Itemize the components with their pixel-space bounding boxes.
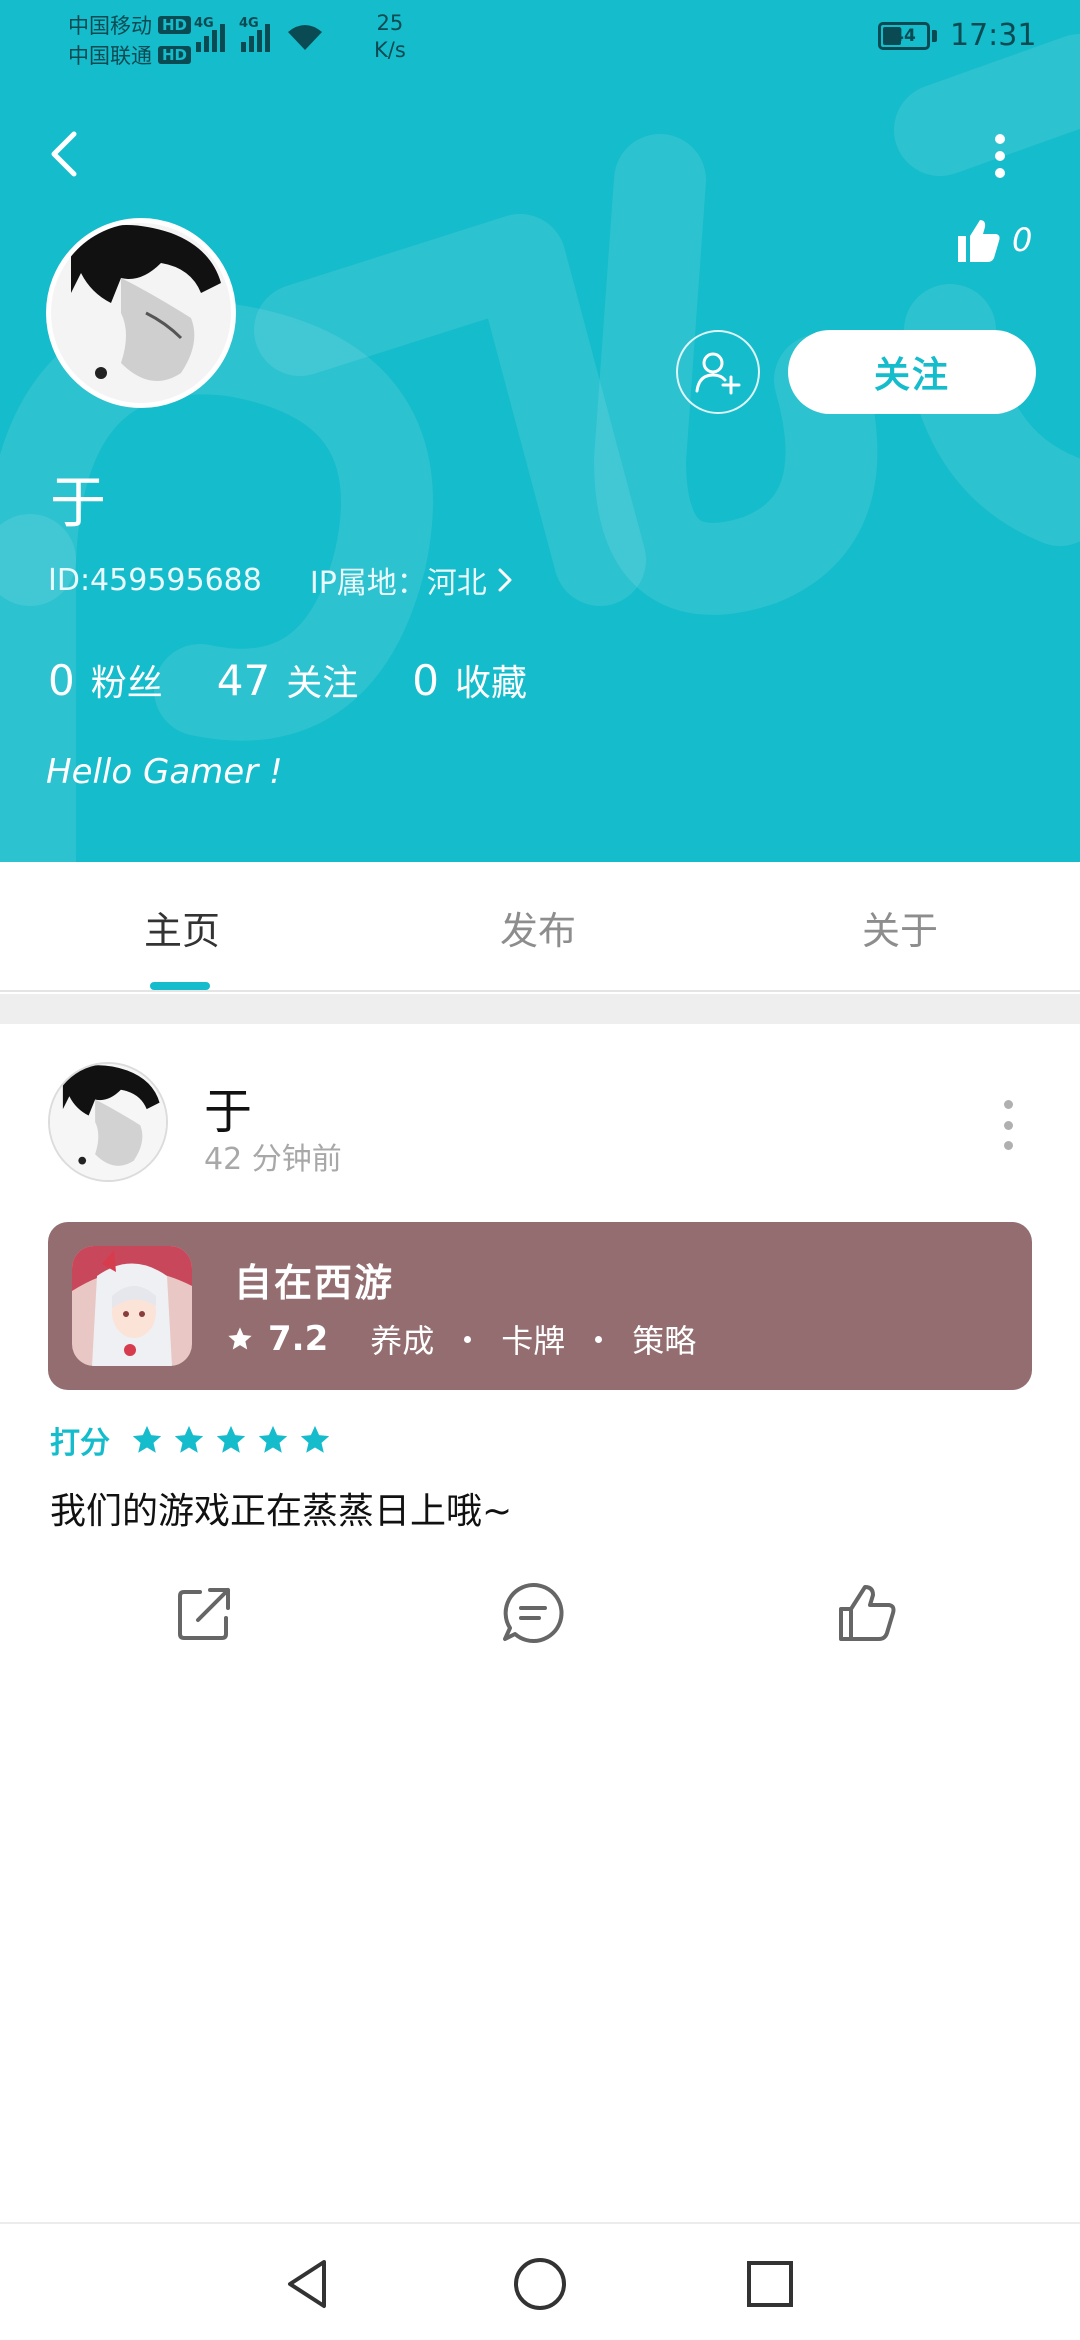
- share-button[interactable]: [172, 1580, 238, 1646]
- stat-label: 粉丝: [90, 663, 163, 704]
- post-actions: [0, 1580, 1080, 1650]
- speed-unit: K/s: [374, 38, 406, 62]
- star-icon: [132, 1425, 162, 1453]
- user-id: ID:459595688: [48, 562, 262, 598]
- thumbs-up-icon: [839, 1585, 896, 1641]
- triangle-back-icon: [288, 2260, 326, 2308]
- game-cover-image: [72, 1246, 192, 1366]
- carrier-name: 中国移动: [68, 14, 152, 38]
- game-title: 自在西游: [234, 1261, 395, 1305]
- profile-tabs: 主页 发布 关于: [0, 862, 1080, 992]
- system-nav-bar: [0, 2222, 1080, 2340]
- ip-location: IP属地：河北: [309, 566, 487, 601]
- profile-stats: 0 粉丝 47 关注 0 收藏: [48, 654, 527, 706]
- share-icon: [178, 1588, 230, 1640]
- chevron-right-icon: [498, 568, 512, 592]
- post-timestamp: 42 分钟前: [204, 1142, 342, 1177]
- battery-icon: 44: [878, 22, 930, 50]
- comment-icon: [503, 1582, 564, 1643]
- nav-recents-button[interactable]: [736, 2250, 804, 2318]
- carrier-secondary: 中国联通 HD: [68, 40, 192, 70]
- game-card[interactable]: 自在西游 7.2 养成 卡牌 策略: [48, 1222, 1032, 1390]
- tag-separator: [595, 1335, 603, 1343]
- game-score: 7.2: [268, 1319, 329, 1359]
- profile-avatar[interactable]: [46, 218, 236, 408]
- tab-about[interactable]: 关于: [862, 900, 938, 955]
- comment-button[interactable]: [500, 1580, 566, 1646]
- post-rating: 打分: [50, 1418, 332, 1462]
- back-button[interactable]: [40, 124, 90, 184]
- star-icon: [228, 1327, 252, 1350]
- star-icon: [216, 1425, 246, 1453]
- status-bar: 中国移动 HD 中国联通 HD 4G 4G 25 K/s 44 17:31: [0, 0, 1080, 72]
- game-meta: 7.2 养成 卡牌 策略: [226, 1316, 696, 1362]
- nav-home-button[interactable]: [506, 2250, 574, 2318]
- thumbs-up-icon: [958, 220, 1000, 262]
- add-friend-icon: [695, 352, 741, 395]
- profile-like-button[interactable]: 0: [954, 216, 1032, 264]
- post-like-button[interactable]: [834, 1580, 900, 1646]
- active-tab-indicator: [150, 982, 210, 990]
- stat-label: 收藏: [454, 663, 527, 704]
- signal-strength-icon: 4G: [239, 16, 270, 52]
- signal-indicators: 4G 4G: [194, 16, 324, 52]
- stat-number: 0: [412, 656, 439, 705]
- star-icon: [258, 1425, 288, 1453]
- square-recents-icon: [747, 2261, 793, 2307]
- profile-header: 中国移动 HD 中国联通 HD 4G 4G 25 K/s 44 17:31 0 …: [0, 0, 1080, 862]
- more-vertical-icon: [1003, 1100, 1013, 1109]
- game-icon: [72, 1246, 192, 1366]
- stat-number: 0: [48, 656, 75, 705]
- profile-username: 于: [50, 471, 106, 536]
- hd-badge: HD: [158, 16, 192, 34]
- rating-label: 打分: [50, 1426, 110, 1461]
- network-type-label: 4G: [239, 16, 259, 31]
- circle-home-icon: [514, 2258, 566, 2310]
- speed-value: 25: [376, 11, 404, 35]
- game-tag: 策略: [632, 1322, 697, 1360]
- back-arrow-icon: [51, 131, 77, 177]
- follow-button[interactable]: 关注: [788, 330, 1036, 414]
- stat-number: 47: [216, 656, 271, 705]
- nav-back-button[interactable]: [274, 2250, 342, 2318]
- star-icon: [300, 1425, 330, 1453]
- section-divider: [0, 994, 1080, 1024]
- stat-label: 关注: [286, 663, 359, 704]
- ip-location-link[interactable]: IP属地：河北: [310, 558, 513, 602]
- tab-home[interactable]: 主页: [144, 900, 220, 955]
- rating-stars: [130, 1423, 332, 1457]
- wifi-icon: [288, 25, 322, 50]
- tab-posts[interactable]: 发布: [500, 900, 576, 955]
- stat-following[interactable]: 47 关注: [217, 654, 358, 706]
- battery-level: 44: [892, 26, 916, 46]
- tag-separator: [464, 1335, 472, 1343]
- post-author-name[interactable]: 于: [204, 1072, 252, 1142]
- network-type-label: 4G: [194, 16, 214, 31]
- clock: 17:31: [950, 18, 1037, 53]
- add-friend-button[interactable]: [676, 330, 760, 414]
- signal-strength-icon: 4G: [194, 16, 225, 52]
- game-tag: 卡牌: [501, 1322, 566, 1360]
- avatar-image: [51, 223, 231, 403]
- more-options-button[interactable]: [978, 126, 1022, 186]
- game-tag: 养成: [370, 1322, 435, 1360]
- background-logo-watermark: [0, 34, 1080, 862]
- carrier-name: 中国联通: [68, 44, 152, 68]
- hd-badge: HD: [158, 46, 192, 64]
- like-count: 0: [1012, 221, 1033, 259]
- stat-fans[interactable]: 0 粉丝: [48, 654, 163, 706]
- stat-favorites[interactable]: 0 收藏: [412, 654, 527, 706]
- post-content: 我们的游戏正在蒸蒸日上哦~: [50, 1491, 513, 1532]
- post-author-avatar[interactable]: [48, 1062, 168, 1182]
- profile-bio: Hello Gamer !: [46, 752, 283, 792]
- star-icon: [174, 1425, 204, 1453]
- post-more-button[interactable]: [998, 1100, 1018, 1150]
- carrier-primary: 中国移动 HD: [68, 10, 192, 40]
- network-speed: 25 K/s: [374, 10, 406, 64]
- profile-id-line: ID:459595688 IP属地：河北: [48, 558, 513, 602]
- more-vertical-icon: [995, 134, 1005, 144]
- avatar-image: [50, 1064, 166, 1180]
